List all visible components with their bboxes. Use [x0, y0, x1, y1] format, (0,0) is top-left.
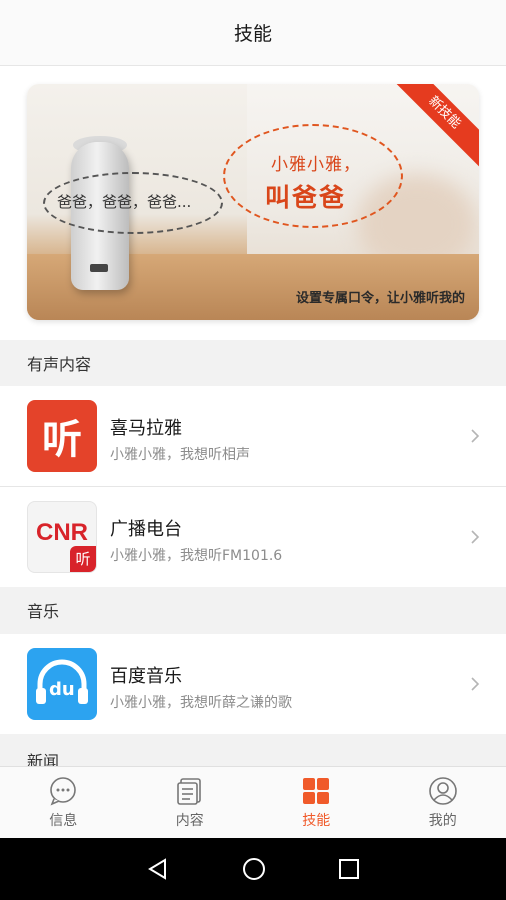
section-title: 音乐 [27, 602, 60, 621]
system-navigation-bar [0, 838, 506, 900]
skill-example-command: 小雅小雅，我想听薛之谦的歌 [110, 695, 292, 711]
baidu-music-icon: du [27, 648, 97, 720]
ximalaya-icon-glyph: 听 [42, 417, 82, 463]
tab-label: 技能 [302, 812, 331, 829]
speech-bubble-right-line1: 小雅小雅， [271, 155, 361, 175]
user-icon [428, 776, 457, 805]
home-icon[interactable] [241, 856, 267, 882]
section-header-audio: 有声内容 [0, 340, 506, 386]
banner-container: 爸爸，爸爸，爸爸... 小雅小雅， 叫爸爸 设置专属口令，让小雅听我的 新技能 [0, 66, 506, 340]
speech-bubble-left-text: 爸爸，爸爸，爸爸... [57, 193, 192, 211]
recent-apps-icon[interactable] [338, 858, 360, 880]
speaker-logo [90, 264, 108, 272]
section-title: 有声内容 [27, 355, 92, 374]
skill-example-command: 小雅小雅，我想听FM101.6 [110, 548, 283, 564]
banner-caption: 设置专属口令，让小雅听我的 [295, 291, 465, 306]
grid-icon [303, 777, 330, 804]
chevron-right-icon [471, 677, 480, 691]
tab-label: 内容 [175, 812, 204, 829]
skill-name: 百度音乐 [110, 666, 182, 687]
tab-label: 信息 [49, 812, 78, 829]
cnr-icon-text: CNR [36, 519, 88, 546]
skill-name: 喜马拉雅 [110, 418, 182, 439]
cnr-icon: CNR 听 [27, 501, 97, 573]
tab-messages[interactable]: 信息 [0, 767, 127, 838]
tab-skills[interactable]: 技能 [253, 767, 380, 838]
bottom-tab-bar: 信息 内容 技能 我的 [0, 766, 506, 838]
top-header: 技能 [0, 0, 506, 66]
tab-content[interactable]: 内容 [127, 767, 254, 838]
chevron-right-icon [471, 530, 480, 544]
tab-profile[interactable]: 我的 [380, 767, 506, 838]
chat-bubble-icon [50, 776, 77, 805]
cnr-icon-badge: 听 [70, 546, 96, 572]
skill-example-command: 小雅小雅，我想听相声 [110, 447, 250, 463]
new-skill-banner[interactable]: 爸爸，爸爸，爸爸... 小雅小雅， 叫爸爸 设置专属口令，让小雅听我的 新技能 [27, 84, 479, 320]
skill-row-ximalaya[interactable]: 听 喜马拉雅 小雅小雅，我想听相声 [0, 386, 506, 486]
baidu-icon-text: du [49, 679, 75, 700]
skill-name: 广播电台 [110, 519, 182, 540]
skill-row-baidu-music[interactable]: du 百度音乐 小雅小雅，我想听薛之谦的歌 [0, 634, 506, 734]
back-icon[interactable] [146, 857, 170, 881]
document-icon [176, 777, 201, 805]
skill-row-radio[interactable]: CNR 听 广播电台 小雅小雅，我想听FM101.6 [0, 487, 506, 587]
tab-label: 我的 [428, 812, 457, 829]
ximalaya-icon: 听 [27, 400, 97, 472]
chevron-right-icon [471, 429, 480, 443]
section-header-music: 音乐 [0, 587, 506, 633]
page-title: 技能 [233, 23, 272, 45]
speech-bubble-right-line2: 叫爸爸 [265, 183, 347, 212]
